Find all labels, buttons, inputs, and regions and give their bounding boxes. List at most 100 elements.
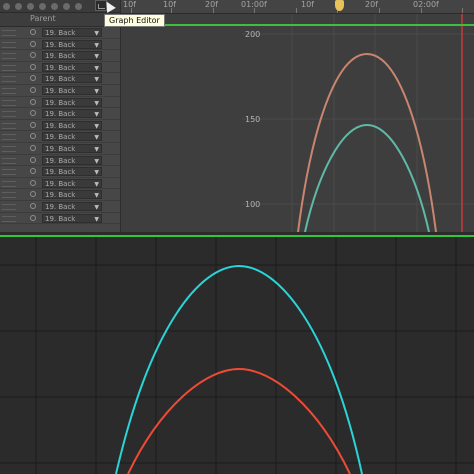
ruler-label: 02:00f — [413, 0, 439, 9]
layer-row[interactable]: 19. Back ▼ — [0, 212, 120, 225]
parent-dropdown-value: 19. Back — [45, 52, 76, 61]
ruler-tick — [171, 8, 172, 13]
toggle-icon[interactable] — [2, 2, 11, 11]
frame-blend-icon[interactable] — [38, 2, 47, 11]
chevron-down-icon: ▼ — [94, 64, 99, 72]
layer-row[interactable]: 19. Back ▼ — [0, 177, 120, 190]
layer-switches-icon[interactable] — [2, 134, 16, 141]
layer-row[interactable]: 19. Back ▼ — [0, 119, 120, 132]
pick-whip-icon[interactable] — [30, 29, 36, 35]
pick-whip-icon[interactable] — [30, 191, 36, 198]
layer-switches-icon[interactable] — [2, 111, 16, 118]
layer-row[interactable]: 19. Back ▼ — [0, 38, 120, 51]
layer-switches-icon[interactable] — [2, 145, 16, 152]
pick-whip-icon[interactable] — [30, 75, 36, 82]
value-curve-b[interactable] — [127, 367, 351, 474]
pick-whip-icon[interactable] — [30, 214, 36, 221]
parent-dropdown-value: 19. Back — [45, 144, 76, 153]
layer-switches-icon[interactable] — [2, 215, 16, 222]
parent-dropdown[interactable]: 19. Back ▼ — [42, 74, 102, 84]
parent-dropdown[interactable]: 19. Back ▼ — [42, 190, 102, 200]
layer-row[interactable]: 19. Back ▼ — [0, 131, 120, 143]
brainstorm-icon[interactable] — [62, 2, 71, 11]
layer-switches-icon[interactable] — [2, 122, 16, 129]
pick-whip-icon[interactable] — [30, 63, 36, 70]
chevron-down-icon: ▼ — [94, 157, 99, 165]
layer-row[interactable]: 19. Back ▼ — [0, 84, 120, 97]
pick-whip-icon[interactable] — [30, 202, 36, 209]
timeline-area[interactable]: 10f 10f 20f 01:00f 10f 20f 02:00f 200 15… — [121, 0, 474, 232]
parent-dropdown[interactable]: 19. Back ▼ — [42, 167, 102, 177]
pick-whip-icon[interactable] — [30, 156, 36, 163]
layer-row[interactable]: 19. Back ▼ — [0, 200, 120, 213]
pick-whip-icon[interactable] — [30, 133, 36, 140]
layer-switches-icon[interactable] — [2, 169, 16, 176]
layer-row[interactable]: 19. Back ▼ — [0, 142, 120, 155]
draft-3d-icon[interactable] — [14, 2, 23, 11]
speed-curve-b[interactable] — [304, 123, 430, 232]
layer-switches-icon[interactable] — [2, 180, 16, 187]
pick-whip-icon[interactable] — [30, 98, 36, 105]
work-area-bar[interactable] — [121, 24, 474, 26]
parent-dropdown[interactable]: 19. Back ▼ — [42, 143, 102, 153]
graph-grid — [0, 237, 474, 474]
parent-dropdown[interactable]: 19. Back ▼ — [42, 28, 102, 37]
layer-row[interactable]: 19. Back ▼ — [0, 154, 120, 167]
ruler-tick — [254, 8, 255, 13]
pick-whip-icon[interactable] — [30, 168, 36, 175]
layer-switches-icon[interactable] — [2, 64, 16, 71]
parent-dropdown[interactable]: 19. Back ▼ — [42, 178, 102, 188]
pick-whip-icon[interactable] — [30, 144, 36, 151]
parent-dropdown[interactable]: 19. Back ▼ — [42, 97, 102, 107]
pick-whip-icon[interactable] — [30, 40, 36, 47]
parent-dropdown[interactable]: 19. Back ▼ — [42, 109, 102, 119]
layer-row[interactable]: 19. Back ▼ — [0, 166, 120, 178]
parent-dropdown-value: 19. Back — [45, 191, 76, 200]
parent-dropdown-value: 19. Back — [45, 121, 76, 130]
layer-row[interactable]: 19. Back ▼ — [0, 108, 120, 120]
current-time-indicator-handle[interactable] — [335, 0, 344, 11]
pick-whip-icon[interactable] — [30, 121, 36, 128]
parent-dropdown-value: 19. Back — [45, 202, 76, 211]
parent-dropdown[interactable]: 19. Back ▼ — [42, 132, 102, 142]
ruler-label: 10f — [301, 0, 314, 9]
hide-shy-icon[interactable] — [26, 2, 35, 11]
layer-switches-icon[interactable] — [2, 76, 16, 83]
layer-switches-icon[interactable] — [2, 192, 16, 199]
layer-switches-icon[interactable] — [2, 157, 16, 164]
parent-dropdown[interactable]: 19. Back ▼ — [42, 201, 102, 211]
parent-dropdown[interactable]: 19. Back ▼ — [42, 120, 102, 130]
layer-switches-icon[interactable] — [2, 41, 16, 48]
parent-dropdown[interactable]: 19. Back ▼ — [42, 62, 102, 72]
layer-switches-icon[interactable] — [2, 203, 16, 210]
layer-row[interactable]: 19. Back ▼ — [0, 73, 120, 85]
layer-row[interactable]: 19. Back ▼ — [0, 50, 120, 62]
speed-curve-a[interactable] — [297, 52, 437, 232]
layer-row[interactable]: 19. Back ▼ — [0, 96, 120, 109]
parent-dropdown[interactable]: 19. Back ▼ — [42, 213, 102, 223]
graph-editor-tooltip: Graph Editor — [104, 14, 165, 27]
auto-keyframe-icon[interactable] — [74, 2, 83, 11]
pick-whip-icon[interactable] — [30, 179, 36, 186]
pick-whip-icon[interactable] — [30, 86, 36, 93]
parent-dropdown-value: 19. Back — [45, 168, 76, 177]
graph-grid — [242, 14, 474, 232]
layer-switches-icon[interactable] — [2, 99, 16, 106]
layer-row[interactable]: 19. Back ▼ — [0, 189, 120, 201]
pick-whip-icon[interactable] — [30, 110, 36, 117]
parent-dropdown[interactable]: 19. Back ▼ — [42, 85, 102, 95]
value-graph[interactable] — [0, 237, 474, 474]
time-ruler[interactable]: 10f 10f 20f 01:00f 10f 20f 02:00f — [121, 0, 474, 14]
speed-graph[interactable]: 200 150 100 — [242, 14, 474, 232]
parent-dropdown[interactable]: 19. Back ▼ — [42, 39, 102, 49]
layer-row[interactable]: 19. Back ▼ — [0, 61, 120, 74]
pick-whip-icon[interactable] — [30, 52, 36, 59]
layer-switches-icon[interactable] — [2, 87, 16, 94]
layer-row[interactable]: 19. Back ▼ — [0, 27, 120, 39]
parent-dropdown[interactable]: 19. Back ▼ — [42, 51, 102, 61]
layer-switches-icon[interactable] — [2, 53, 16, 60]
parent-dropdown[interactable]: 19. Back ▼ — [42, 155, 102, 165]
ruler-label: 10f — [123, 0, 136, 9]
layer-switches-icon[interactable] — [2, 30, 16, 36]
motion-blur-icon[interactable] — [50, 2, 59, 11]
